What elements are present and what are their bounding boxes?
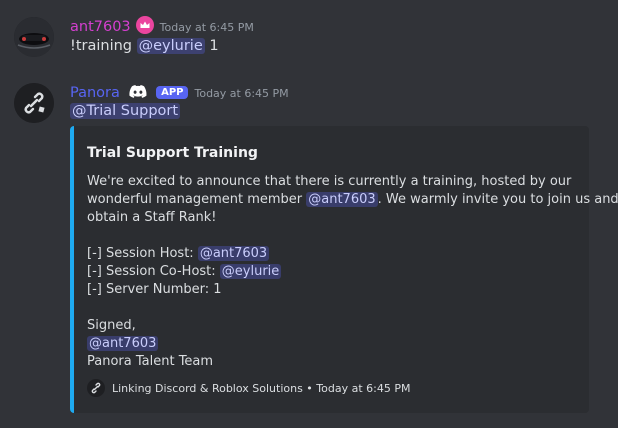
timestamp: Today at 6:45 PM <box>159 21 254 34</box>
embed-line: wonderful management member @ant7603. We… <box>87 191 618 209</box>
message-text: !training <box>70 38 137 54</box>
session-host-label: [-] Session Host: <box>87 246 198 261</box>
signed-line: Signed, <box>87 318 136 333</box>
footer-timestamp: Today at 6:45 PM <box>316 382 411 395</box>
user-mention[interactable]: @ant7603 <box>306 192 378 207</box>
message-text-suffix: 1 <box>204 38 219 54</box>
session-cohost-label: [-] Session Co-Host: <box>87 264 220 279</box>
role-mention[interactable]: @Trial Support <box>70 103 181 119</box>
embed-line: [-] Session Co-Host: @eylurie <box>87 263 577 281</box>
app-avatar[interactable] <box>14 83 54 123</box>
timestamp: Today at 6:45 PM <box>194 87 289 100</box>
embed-card: Trial Support Training We're excited to … <box>70 126 618 413</box>
embed-footer: Linking Discord & Roblox Solutions • Tod… <box>87 379 410 397</box>
message-1-content: !training @eylurie 1 <box>70 38 219 54</box>
discord-icon <box>129 84 147 98</box>
embed-line: @ant7603 <box>87 335 577 353</box>
server-number-line: [-] Server Number: 1 <box>87 282 222 297</box>
footer-text: Linking Discord & Roblox Solutions <box>112 382 303 395</box>
embed-line: [-] Session Host: @ant7603 <box>87 245 577 263</box>
message-1-header: ant7603 Today at 6:45 PM <box>70 16 254 35</box>
author-name[interactable]: Panora <box>70 85 120 101</box>
author-name[interactable]: ant7603 <box>70 19 131 35</box>
app-badge: APP <box>156 86 189 99</box>
team-line: Panora Talent Team <box>87 354 214 369</box>
embed-description: We're excited to announce that there is … <box>87 173 618 371</box>
user-mention[interactable]: @eylurie <box>136 38 205 54</box>
footer-separator: • <box>302 382 317 395</box>
embed-text: . We warmly invite you to join us and <box>377 192 618 207</box>
message-2-header: Panora APP Today at 6:45 PM <box>70 82 289 101</box>
user-mention[interactable]: @eylurie <box>219 264 282 279</box>
embed-line: obtain a Staff Rank! <box>87 210 217 225</box>
message-2-content: @Trial Support <box>70 103 181 119</box>
user-mention[interactable]: @ant7603 <box>87 336 159 351</box>
user-avatar[interactable] <box>14 17 54 57</box>
embed-title: Trial Support Training <box>87 145 258 161</box>
embed-line: We're excited to announce that there is … <box>87 174 572 189</box>
embed-text: wonderful management member <box>87 192 307 207</box>
crown-icon <box>135 16 154 34</box>
user-mention[interactable]: @ant7603 <box>197 246 270 261</box>
footer-link-icon <box>87 379 105 397</box>
